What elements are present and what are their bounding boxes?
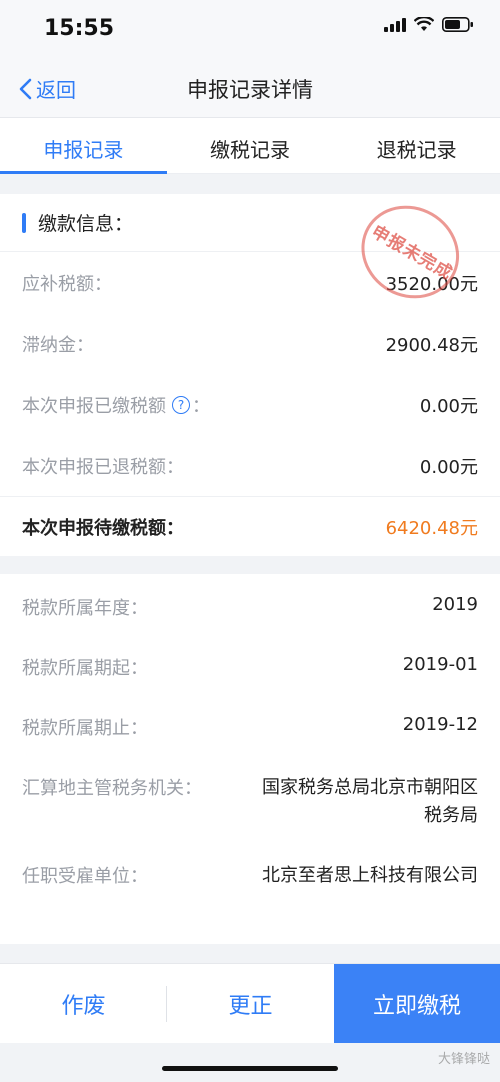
row-paid-tax: 本次申报已缴税额 ? ： 0.00元 bbox=[0, 374, 500, 435]
row-value: 2019 bbox=[432, 594, 478, 615]
row-label: 税款所属期起： bbox=[22, 658, 148, 679]
home-indicator bbox=[162, 1066, 338, 1071]
tab-payment-records[interactable]: 缴税记录 bbox=[167, 118, 334, 173]
row-label: 税款所属期止： bbox=[22, 718, 148, 739]
pay-now-button[interactable]: 立即缴税 bbox=[334, 964, 500, 1043]
void-button[interactable]: 作废 bbox=[0, 964, 167, 1043]
row-tax-authority: 汇算地主管税务机关： 国家税务总局北京市朝阳区税务局 bbox=[0, 754, 500, 842]
row-value: 2019-01 bbox=[402, 654, 478, 675]
nav-bar: 返回 申报记录详情 bbox=[0, 58, 500, 118]
row-value: 0.00元 bbox=[419, 395, 478, 417]
tab-bar: 申报记录 缴税记录 退税记录 bbox=[0, 118, 500, 174]
row-value: 0.00元 bbox=[419, 456, 478, 478]
row-value: 2900.48元 bbox=[385, 334, 478, 356]
row-late-fee: 滞纳金： 2900.48元 bbox=[0, 313, 500, 374]
correct-button[interactable]: 更正 bbox=[167, 964, 334, 1043]
tab-refund-records[interactable]: 退税记录 bbox=[333, 118, 500, 173]
tab-declaration-records[interactable]: 申报记录 bbox=[0, 118, 167, 174]
row-label-suffix: ： bbox=[192, 395, 210, 417]
watermark: 大锋锋哒 bbox=[437, 1052, 490, 1067]
bottom-action-bar: 作废 更正 立即缴税 bbox=[0, 963, 500, 1043]
question-icon[interactable]: ? bbox=[172, 395, 190, 414]
row-period-end: 税款所属期止： 2019-12 bbox=[0, 694, 500, 754]
row-label-text: 本次申报已缴税额 bbox=[22, 395, 166, 417]
row-value: 国家税务总局北京市朝阳区税务局 bbox=[262, 777, 478, 826]
row-value: 北京至者思上科技有限公司 bbox=[262, 865, 478, 886]
section-header: 缴款信息： bbox=[0, 194, 500, 252]
status-time: 15:55 bbox=[44, 16, 115, 41]
row-label: 本次申报已退税额： bbox=[22, 456, 184, 478]
row-label: 汇算地主管税务机关： bbox=[22, 778, 202, 799]
tax-details-card: 税款所属年度： 2019 税款所属期起： 2019-01 税款所属期止： 201… bbox=[0, 574, 500, 944]
section-marker bbox=[22, 212, 26, 233]
row-label: 应补税额： bbox=[22, 273, 112, 295]
row-value: 6420.48元 bbox=[385, 517, 478, 539]
status-bar: 15:55 bbox=[0, 0, 500, 58]
section-title: 缴款信息： bbox=[38, 213, 134, 235]
row-value: 2019-12 bbox=[402, 714, 478, 735]
row-label: 税款所属年度： bbox=[22, 598, 148, 619]
payment-info-card: 缴款信息： 应补税额： 3520.00元 滞纳金： 2900.48元 本次申报已… bbox=[0, 194, 500, 556]
battery-icon bbox=[442, 17, 473, 32]
wifi-icon bbox=[414, 17, 434, 31]
row-label: 本次申报待缴税额： bbox=[22, 517, 184, 539]
row-pending-tax: 本次申报待缴税额： 6420.48元 bbox=[0, 496, 500, 556]
row-tax-year: 税款所属年度： 2019 bbox=[0, 574, 500, 634]
row-label: 任职受雇单位： bbox=[22, 866, 148, 887]
page-title: 申报记录详情 bbox=[187, 78, 313, 102]
row-tax-due: 应补税额： 3520.00元 bbox=[0, 252, 500, 313]
row-label: 本次申报已缴税额 ? ： bbox=[22, 392, 210, 418]
row-employer: 任职受雇单位： 北京至者思上科技有限公司 bbox=[0, 842, 500, 930]
row-value: 3520.00元 bbox=[385, 273, 478, 295]
row-refunded-tax: 本次申报已退税额： 0.00元 bbox=[0, 435, 500, 496]
row-period-start: 税款所属期起： 2019-01 bbox=[0, 634, 500, 694]
status-icons bbox=[384, 17, 474, 32]
row-label: 滞纳金： bbox=[22, 334, 94, 356]
signal-icon bbox=[384, 17, 406, 32]
